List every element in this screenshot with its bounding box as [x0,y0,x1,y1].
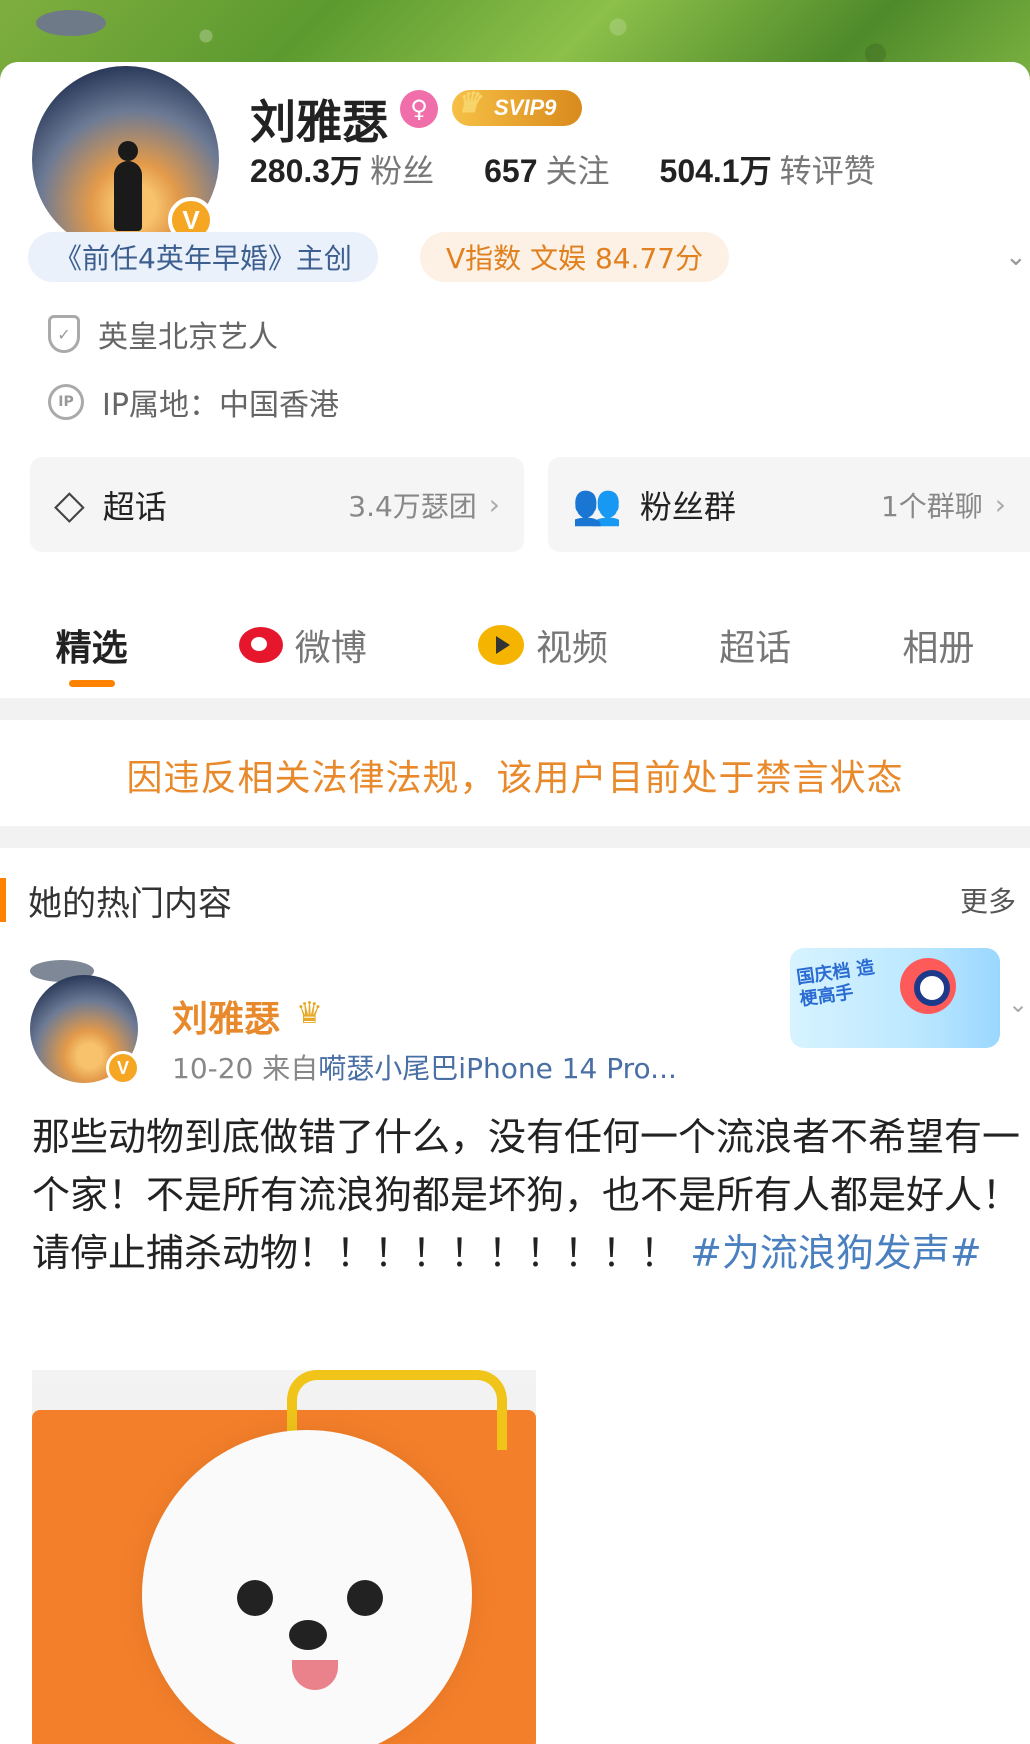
shield-icon: ✓ [48,315,80,353]
v-index-tag[interactable]: V指数 文娱 84.77分 [420,232,730,282]
tab-video[interactable]: 视频 [477,595,608,695]
promo-text: 国庆档 造梗高手 [795,956,876,1011]
mascot-icon [900,958,956,1014]
chevron-down-icon[interactable]: ⌄ [1008,990,1028,1018]
tab-weibo[interactable]: 微博 [238,595,367,695]
profile-tabs: 精选 微博 视频 超话 相册 [0,595,1030,695]
post-image[interactable] [32,1370,536,1744]
video-icon [477,625,524,665]
tab-label: 超话 [719,628,792,669]
hot-content-header: 她的热门内容 更多 [0,860,1030,940]
fan-group-entry[interactable]: 👥 粉丝群 1个群聊 › [548,457,1030,552]
profile-card: V 刘雅瑟 ♀ ♛ SVIP9 280.3万 粉丝 657 关注 504.1万 转评赞… [0,10,1030,582]
dog-eye [237,1580,273,1616]
dog-tongue [292,1660,338,1690]
profile-stats: 280.3万 粉丝 657 关注 504.1万 转评赞 [250,146,876,192]
post-avatar[interactable]: V [30,975,140,1085]
diamond-icon: ◇ [54,481,85,528]
feature-label: 粉丝群 [639,487,736,526]
tab-label: 视频 [535,628,608,669]
crown-icon: ♛ [296,996,323,1031]
ip-row: IP IP属地：中国香港 [48,380,339,424]
profile-name: 刘雅瑟 [250,95,388,149]
more-link[interactable]: 更多 [960,880,1016,920]
female-gender-icon: ♀ [400,90,438,128]
work-tag[interactable]: 《前任4英年早婚》主创 [28,232,378,282]
promo-banner[interactable]: 国庆档 造梗高手 [790,948,1000,1048]
post-source-prefix: 来自 [262,1052,319,1085]
super-topic-entry[interactable]: ◇ 超话 3.4万瑟团 › [30,457,524,552]
stat-value: 657 [484,153,538,189]
post-meta: 10-20 来自嗬瑟小尾巴iPhone 14 Pro... [172,1047,677,1087]
weibo-icon [238,627,283,663]
ban-notice: 因违反相关法律法规，该用户目前处于禁言状态 [126,758,904,799]
dog-shape [142,1430,472,1744]
ufo-decoration-icon [36,10,106,36]
divider [0,826,1030,848]
feature-meta: 3.4万瑟团 [348,489,477,523]
post-author[interactable]: 刘雅瑟 [172,990,280,1042]
divider [0,698,1030,720]
stat-followers[interactable]: 280.3万 粉丝 [250,146,434,192]
hashtag-link[interactable]: #为流浪狗发声# [690,1231,982,1275]
tab-label: 微博 [294,628,367,669]
crown-icon: ♛ [456,87,482,118]
tab-super-topic[interactable]: 超话 [719,595,791,695]
ip-icon: IP [48,384,84,420]
dog-eye [347,1580,383,1616]
group-icon: 👥 [572,482,622,528]
post-body[interactable]: 那些动物到底做错了什么，没有任何一个流浪者不希望有一个家！不是所有流浪狗都是坏狗… [32,1108,1022,1282]
stat-value: 280.3万 [250,153,363,189]
tab-featured[interactable]: 精选 [56,595,128,695]
company-text: 英皇北京艺人 [98,320,278,355]
company-row: ✓ 英皇北京艺人 [48,312,278,356]
svip-label: SVIP9 [494,95,557,120]
chevron-down-icon[interactable]: ⌄ [1005,242,1027,272]
avatar-figure [114,141,142,231]
svip-badge[interactable]: ♛ SVIP9 [452,87,582,126]
feature-meta: 1个群聊 [880,489,983,523]
verified-badge-icon: V [106,1051,140,1085]
stat-label: 转评赞 [779,152,876,190]
post-date: 10-20 [172,1052,254,1085]
stat-interactions[interactable]: 504.1万 转评赞 [660,146,876,192]
chevron-right-icon: › [994,488,1006,521]
chevron-right-icon: › [488,488,500,521]
post-source[interactable]: 嗬瑟小尾巴iPhone 14 Pro... [318,1052,677,1085]
tab-album[interactable]: 相册 [902,595,974,695]
stat-label: 关注 [545,152,610,190]
dog-nose [289,1620,327,1650]
stat-value: 504.1万 [659,153,772,189]
tab-label: 相册 [902,628,975,669]
section-title: 她的热门内容 [28,883,232,924]
stat-following[interactable]: 657 关注 [484,146,609,192]
tab-label: 精选 [55,628,128,669]
feature-label: 超话 [102,487,167,526]
ip-location-text: IP属地：中国香港 [102,388,339,423]
stat-label: 粉丝 [370,152,435,190]
section-accent-bar [0,878,6,922]
